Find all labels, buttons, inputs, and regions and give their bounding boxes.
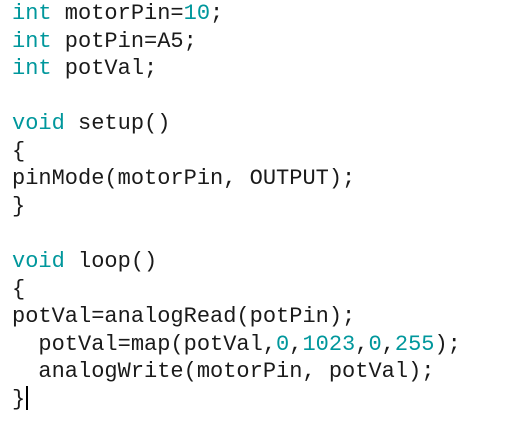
keyword-token: int [12, 29, 52, 54]
code-token: potVal=map(potVal, [12, 332, 277, 357]
code-editor[interactable]: int motorPin=10; int potPin=A5; int potVal… [0, 0, 530, 440]
text-cursor [26, 386, 29, 410]
code-token: , [355, 332, 369, 357]
code-token: ; [210, 1, 224, 26]
code-token: setup() [64, 111, 171, 136]
code-line-12[interactable]: potVal=analogRead(potPin); [12, 303, 355, 330]
code-token: analogWrite(motorPin, potVal); [12, 359, 435, 384]
code-line-15[interactable]: } [12, 386, 29, 413]
keyword-token: void [12, 111, 65, 136]
code-token: { [12, 277, 26, 302]
code-token: ); [434, 332, 461, 357]
code-token: potPin=A5; [51, 29, 197, 54]
code-line-3[interactable]: int potVal; [12, 55, 157, 82]
code-line-10[interactable]: void loop() [12, 248, 157, 275]
code-token: loop() [64, 249, 158, 274]
number-token: 1023 [302, 332, 356, 357]
code-token: potVal; [51, 56, 158, 81]
code-token: } [12, 387, 26, 412]
keyword-token: int [12, 1, 52, 26]
keyword-token: int [12, 56, 52, 81]
code-token: { [12, 139, 26, 164]
code-line-5[interactable]: void setup() [12, 110, 170, 137]
number-token: 255 [394, 332, 435, 357]
code-token: pinMode(motorPin, OUTPUT); [12, 166, 356, 191]
number-token: 0 [368, 332, 382, 357]
keyword-token: void [12, 249, 65, 274]
code-token: motorPin= [51, 1, 184, 26]
code-token: , [289, 332, 303, 357]
code-token: } [12, 194, 26, 219]
code-line-7[interactable]: pinMode(motorPin, OUTPUT); [12, 165, 355, 192]
code-token: potVal=analogRead(potPin); [12, 304, 356, 329]
code-line-11[interactable]: { [12, 276, 25, 303]
code-token: , [381, 332, 395, 357]
code-line-2[interactable]: int potPin=A5; [12, 28, 197, 55]
code-line-13[interactable]: potVal=map(potVal,0,1023,0,255); [12, 331, 461, 358]
code-line-8[interactable]: } [12, 193, 25, 220]
code-line-1[interactable]: int motorPin=10; [12, 0, 223, 27]
number-token: 0 [276, 332, 290, 357]
code-line-14[interactable]: analogWrite(motorPin, potVal); [12, 358, 434, 385]
number-token: 10 [183, 1, 211, 26]
code-line-6[interactable]: { [12, 138, 25, 165]
